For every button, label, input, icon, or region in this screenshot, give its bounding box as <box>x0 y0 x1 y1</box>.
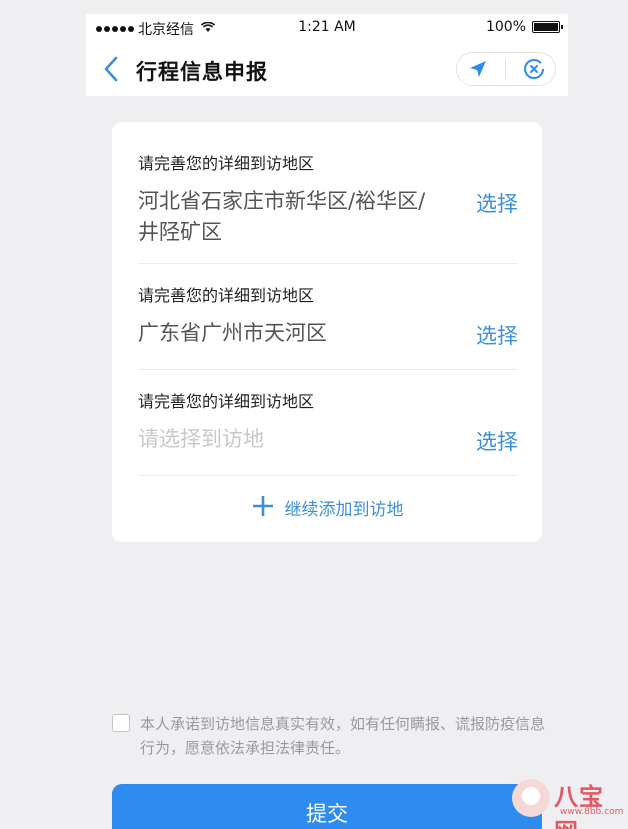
row-label: 请完善您的详细到访地区 <box>138 154 315 173</box>
location-row-3: 请完善您的详细到访地区 请选择到访地 选择 <box>138 388 518 454</box>
row-label: 请完善您的详细到访地区 <box>138 392 315 411</box>
watermark-brand: 八宝网 <box>554 783 604 829</box>
status-bar: 北京经信 1:21 AM 100% <box>86 14 568 42</box>
app-header: 北京经信 1:21 AM 100% 行程信息申报 <box>86 14 568 96</box>
location-arrow-icon[interactable] <box>464 55 492 83</box>
row-divider <box>138 475 518 476</box>
row-label: 请完善您的详细到访地区 <box>138 286 315 305</box>
nav-capsule <box>456 52 556 86</box>
location-row-2: 请完善您的详细到访地区 广东省广州市天河区 选择 <box>138 282 518 348</box>
add-location-label: 继续添加到访地 <box>284 500 404 520</box>
watermark-url: www.8bb.com <box>560 807 624 817</box>
back-arrow-icon[interactable] <box>100 54 124 84</box>
plus-icon <box>251 494 275 521</box>
select-button[interactable]: 选择 <box>476 320 518 350</box>
location-value: 广东省广州市天河区 <box>138 321 327 345</box>
select-button[interactable]: 选择 <box>476 188 518 218</box>
row-divider <box>138 369 518 370</box>
close-target-icon[interactable] <box>520 55 548 83</box>
location-row-1: 请完善您的详细到访地区 河北省石家庄市新华区/裕华区/井陉矿区 选择 <box>138 150 518 244</box>
status-right: 100% <box>485 19 563 35</box>
pledge-checkbox[interactable] <box>112 714 130 732</box>
watermark-logo-icon <box>512 779 550 817</box>
battery-text: 100% <box>485 19 526 35</box>
row-divider <box>138 263 518 264</box>
location-value: 河北省石家庄市新华区/裕华区/井陉矿区 <box>138 189 426 244</box>
submit-button[interactable]: 提交 <box>112 784 542 829</box>
location-placeholder[interactable]: 请选择到访地 <box>138 424 438 455</box>
add-location-button[interactable]: 继续添加到访地 <box>112 494 542 521</box>
pledge-text: 本人承诺到访地信息真实有效，如有任何瞒报、谎报防疫信息行为，愿意依法承担法律责任… <box>140 715 546 757</box>
capsule-divider <box>505 59 507 79</box>
watermark: 八宝网 www.8bb.com <box>512 775 624 829</box>
visit-location-card: 请完善您的详细到访地区 河北省石家庄市新华区/裕华区/井陉矿区 选择 请完善您的… <box>112 122 542 542</box>
battery-icon <box>532 21 563 33</box>
page-title: 行程信息申报 <box>136 60 268 84</box>
nav-bar: 行程信息申报 <box>86 46 568 92</box>
select-button[interactable]: 选择 <box>476 426 518 456</box>
